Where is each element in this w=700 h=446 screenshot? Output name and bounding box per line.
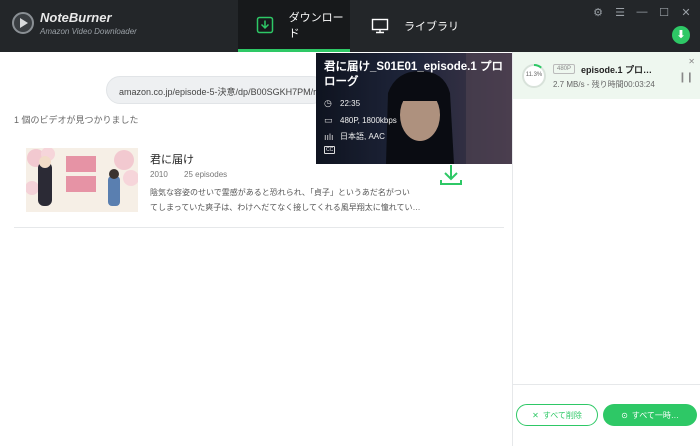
video-description-line: てしまっていた爽子は、わけへだてなく接してくれる風早翔太に憧れてい… bbox=[150, 203, 421, 212]
popup-episode-title: 君に届け_S01E01_episode.1 プロローグ bbox=[324, 61, 503, 88]
download-arrow-icon bbox=[440, 165, 462, 185]
clock-icon: ◷ bbox=[324, 98, 332, 108]
popup-subtitle-row: CC bbox=[324, 146, 336, 154]
pause-all-label: すべて一時… bbox=[631, 410, 679, 420]
queue-actions: ✕ すべて削除 ⊙ すべて一時… bbox=[513, 384, 700, 446]
video-title: 君に届け bbox=[150, 154, 194, 166]
pause-task-icon[interactable]: ❙❙ bbox=[678, 72, 694, 83]
minimize-icon[interactable]: — bbox=[636, 6, 648, 19]
remove-task-icon[interactable]: ✕ bbox=[688, 57, 695, 66]
monitor-icon bbox=[370, 17, 390, 35]
video-camera-icon: ▭ bbox=[324, 115, 333, 125]
window-controls: ⚙ ☰ — ☐ ✕ bbox=[592, 6, 692, 19]
popup-audio: 日本語, AAC bbox=[340, 132, 385, 141]
popup-quality-row: ▭ 480P, 1800kbps bbox=[324, 115, 397, 126]
tab-library-label: ライブラリ bbox=[404, 21, 459, 33]
download-button[interactable] bbox=[438, 162, 464, 188]
settings-icon[interactable]: ⚙ bbox=[592, 6, 604, 19]
audio-wave-icon: ıılı bbox=[324, 131, 334, 142]
video-year: 2010 bbox=[150, 170, 168, 179]
subtitle-icon: CC bbox=[324, 146, 336, 154]
tab-download[interactable]: ダウンロード bbox=[238, 0, 350, 52]
clear-all-button[interactable]: ✕ すべて削除 bbox=[516, 404, 598, 426]
app-subtitle: Amazon Video Downloader bbox=[40, 27, 137, 36]
close-icon[interactable]: ✕ bbox=[680, 6, 692, 19]
url-input[interactable]: amazon.co.jp/episode-5-決意/dp/B00SGKH7PM/… bbox=[106, 76, 326, 104]
video-episodes: 25 episodes bbox=[184, 170, 228, 179]
maximize-icon[interactable]: ☐ bbox=[658, 6, 670, 19]
task-title: episode.1 プロ… bbox=[581, 65, 653, 75]
video-description-line: 陰気な容姿のせいで霊感があると恐れられ、「貞子」というあだ名がつい bbox=[150, 188, 410, 197]
app-name: NoteBurner bbox=[40, 10, 112, 25]
task-speed: 2.7 MB/s - 残り時間00:03:24 bbox=[553, 80, 655, 89]
tab-download-label: ダウンロード bbox=[288, 11, 344, 40]
download-queue-panel: 11.3% 480P episode.1 プロ… 2.7 MB/s - 残り時間… bbox=[512, 52, 700, 446]
video-thumbnail bbox=[26, 148, 138, 212]
progress-percent: 11.3% bbox=[525, 72, 543, 78]
popup-duration-row: ◷ 22:35 bbox=[324, 98, 360, 109]
pause-all-button[interactable]: ⊙ すべて一時… bbox=[603, 404, 697, 426]
popup-audio-row: ıılı 日本語, AAC bbox=[324, 131, 385, 142]
download-icon bbox=[256, 16, 275, 34]
results-count: 1 個のビデオが見つかりました bbox=[14, 115, 139, 125]
clear-all-label: すべて削除 bbox=[542, 410, 582, 420]
video-description: 陰気な容姿のせいで霊感があると恐れられ、「貞子」というあだ名がつい てしまってい… bbox=[150, 185, 440, 215]
download-queue-icon[interactable]: ⬇ bbox=[672, 26, 690, 44]
menu-icon[interactable]: ☰ bbox=[614, 6, 626, 19]
tab-library[interactable]: ライブラリ bbox=[370, 0, 480, 52]
title-bar: NoteBurner Amazon Video Downloader ダウンロー… bbox=[0, 0, 700, 52]
episode-info-popup: 君に届け_S01E01_episode.1 プロローグ ◷ 22:35 ▭ 48… bbox=[316, 53, 513, 164]
popup-quality: 480P, 1800kbps bbox=[340, 116, 397, 125]
pause-circle-icon: ⊙ bbox=[621, 410, 628, 420]
download-task[interactable]: 11.3% 480P episode.1 プロ… 2.7 MB/s - 残り時間… bbox=[513, 52, 700, 99]
quality-badge: 480P bbox=[553, 64, 576, 74]
noteburner-logo-icon bbox=[12, 12, 34, 34]
close-icon: ✕ bbox=[532, 410, 539, 420]
popup-duration: 22:35 bbox=[340, 99, 361, 108]
